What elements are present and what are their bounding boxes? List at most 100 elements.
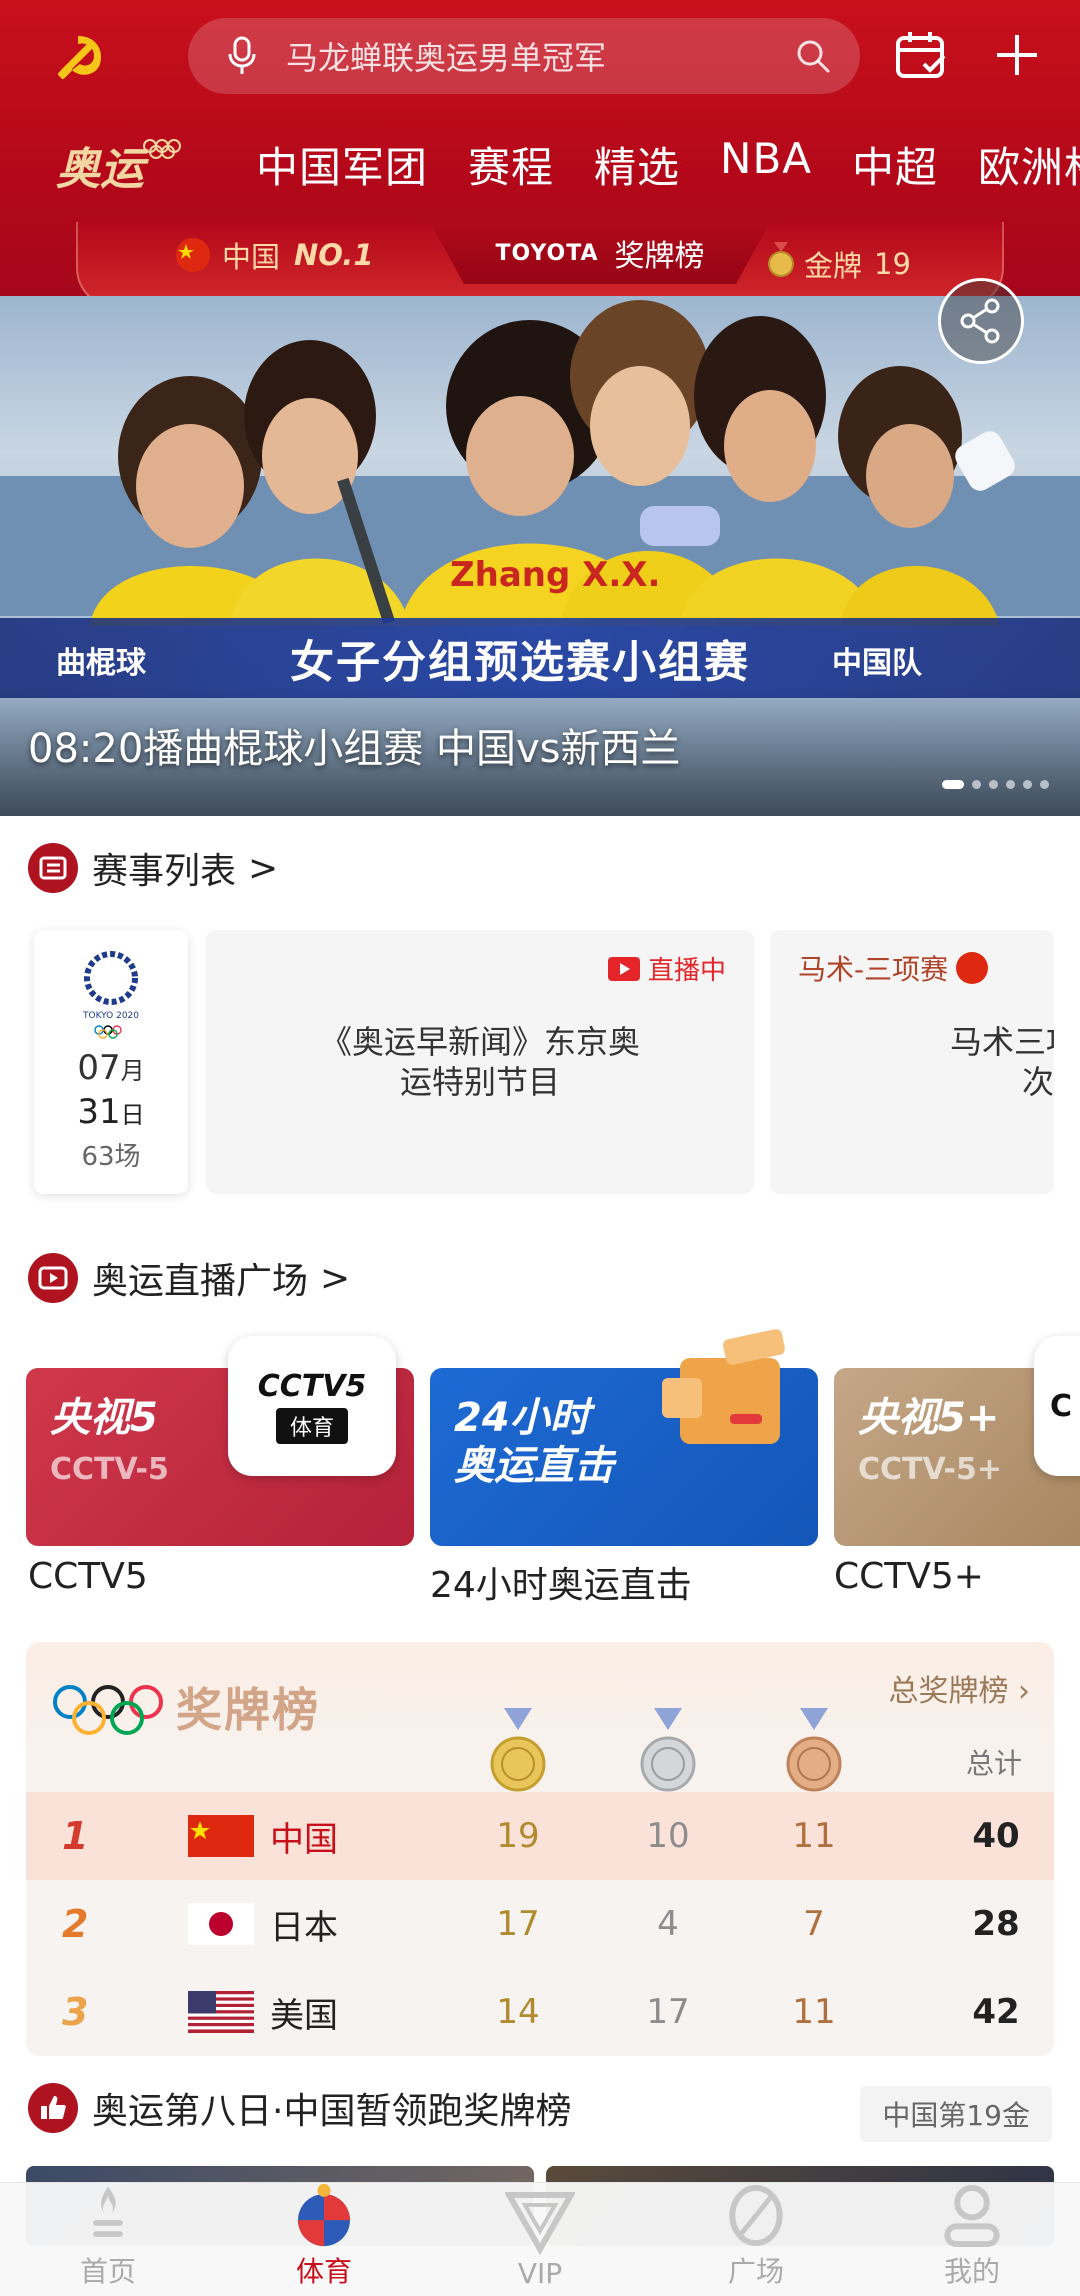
china-label: 中国 [222,240,281,274]
schedule-card[interactable]: 马术-三项赛 马术三项赛 次日第 [770,930,1054,1194]
banner-pagination [942,780,1049,789]
party-emblem-icon [58,36,102,79]
channel-card-24h[interactable]: 24小时 奥运直击 [430,1329,818,1546]
day-value: 31日 [77,1092,145,1132]
bronze-value: 7 [803,1904,825,1944]
total-column-header: 总计 [965,1747,1022,1780]
pagination-dot[interactable] [942,780,964,789]
gold-medal-icon [766,242,796,285]
silver-medal-icon [640,1708,696,1792]
gold-medal-icon [490,1708,546,1792]
nav-label: 广场 [727,2255,784,2288]
cctv5-logo: CCTV5 体育 [228,1336,396,1476]
medal-row[interactable]: 1 中国 19 10 11 40 [26,1792,1054,1880]
pagination-dot[interactable] [989,780,998,789]
microphone-icon[interactable] [212,36,272,76]
nav-label: 首页 [79,2255,136,2288]
schedule-card[interactable]: 直播中 《奥运早新闻》东京奥 运特别节目 [206,930,754,1194]
pagination-dot[interactable] [1040,780,1049,789]
nav-label: 我的 [943,2255,1000,2288]
gold-number: 19 [874,246,911,281]
medal-row[interactable]: 3 美国 14 17 11 42 [26,1968,1054,2056]
list-icon [28,843,78,893]
channel-label[interactable]: CCTV5+ [834,1556,984,1597]
nav-home[interactable]: 首页 [0,2183,216,2296]
medal-row[interactable]: 2 日本 17 4 7 28 [26,1880,1054,1968]
tab-china-team[interactable]: 中国军团 [256,134,428,195]
gold-label: 金牌 [804,248,863,283]
search-placeholder[interactable]: 马龙蝉联奥运男单冠军 [272,33,778,79]
event-label: 女子分组预选赛小组赛 [290,637,750,688]
schedule-section-header[interactable]: 赛事列表 > [28,842,278,894]
video-camera-icon [662,1329,785,1444]
live-arrow: > [320,1257,351,1299]
schedule-arrow: > [248,847,279,889]
nav-plaza[interactable]: 广场 [648,2183,864,2296]
banner-caption[interactable]: 08:20播曲棍球小组赛 中国vs新西兰 [28,716,681,774]
tv-play-icon [28,1253,78,1303]
total-medal-link[interactable]: 总奖牌榜 › [888,1666,1030,1710]
olympic-channel-logo-icon: 奥运 [56,139,181,195]
share-icon [960,298,1000,344]
nav-sports[interactable]: 体育 [216,2183,432,2296]
team-label: 中国队 [832,646,922,681]
nav-vip[interactable]: VIP [432,2183,648,2296]
live-badge: 直播中 [607,950,726,987]
country-name: 美国 [270,1995,338,2036]
news-badge[interactable]: 中国第19金 [860,2086,1052,2142]
total-value: 28 [972,1904,1020,1944]
medal-table-title[interactable]: TOYOTA 奖牌榜 [430,222,770,284]
nav-me[interactable]: 我的 [864,2183,1080,2296]
rank-value: 3 [62,1990,89,2034]
thumbs-up-icon [28,2083,78,2133]
sports-ball-icon [298,2183,350,2247]
total-value: 40 [972,1816,1020,1856]
tab-euro[interactable]: 欧洲杯 [978,134,1080,195]
bronze-value: 11 [792,1992,836,2032]
tab-featured[interactable]: 精选 [594,134,680,195]
share-button[interactable] [938,278,1024,364]
channel-card-cctv5plus[interactable]: 央视5+ CCTV-5+ C [834,1336,1080,1546]
total-value: 42 [972,1992,1020,2032]
news-title: 奥运第八日·中国暂领跑奖牌榜 [92,2091,572,2132]
search-icon[interactable] [778,38,848,74]
search-bar[interactable]: 马龙蝉联奥运男单冠军 [188,18,860,94]
bottom-navigation: 首页 体育 VIP 广场 我的 [0,2182,1080,2296]
svg-text:奥运: 奥运 [56,144,149,195]
calendar-check-icon[interactable] [890,24,952,86]
usa-flag-icon [188,1991,254,2033]
live-section-header[interactable]: 奥运直播广场 > [28,1252,350,1304]
bronze-value: 11 [792,1816,836,1856]
hero-banner[interactable]: Zhang X.X. 曲棍球 女子分组预选赛小组赛 中国队 08:20播曲棍球小… [0,296,1080,816]
olympic-rings-icon [53,1685,163,1735]
tab-schedule[interactable]: 赛程 [468,134,554,195]
schedule-desc: 马术三项赛 次日第 [949,1023,1054,1101]
torch-icon [93,2186,123,2237]
gold-value: 19 [496,1816,540,1856]
silver-value: 17 [646,1992,690,2032]
china-flag-icon [956,952,989,984]
channel-label[interactable]: CCTV5 [28,1556,148,1597]
jersey-text: Zhang X.X. [450,555,660,595]
pagination-dot[interactable] [1023,780,1032,789]
add-icon[interactable] [986,24,1048,86]
gold-value: 17 [496,1904,540,1944]
pagination-dot[interactable] [972,780,981,789]
tab-csl[interactable]: 中超 [852,134,938,195]
gold-value: 14 [496,1992,540,2032]
channel-card-cctv5[interactable]: 央视5 CCTV-5 CCTV5 体育 [26,1336,414,1546]
country-name: 日本 [270,1907,338,1948]
schedule-desc: 《奥运早新闻》东京奥 运特别节目 [319,1023,640,1101]
channel-name: 央视5+ [858,1395,1000,1441]
medal-table-label: 奖牌榜 [614,239,705,274]
medal-table: 奖牌榜 总奖牌榜 › 总计 1 中国 19 10 11 40 2 日本 17 4… [26,1642,1054,2056]
cctv5-logo-sub: 体育 [275,1407,348,1444]
event-count: 63场 [81,1142,141,1172]
china-flag-icon [176,238,210,272]
date-card[interactable]: TOKYO 2020 07月 31日 63场 [34,930,188,1194]
pagination-dot[interactable] [1006,780,1015,789]
tab-nba[interactable]: NBA [720,134,812,195]
news-section-header[interactable]: 奥运第八日·中国暂领跑奖牌榜 [28,2082,571,2134]
tokyo-2020-logo-icon: TOKYO 2020 [82,951,139,1039]
channel-label[interactable]: 24小时奥运直击 [430,1556,692,1608]
